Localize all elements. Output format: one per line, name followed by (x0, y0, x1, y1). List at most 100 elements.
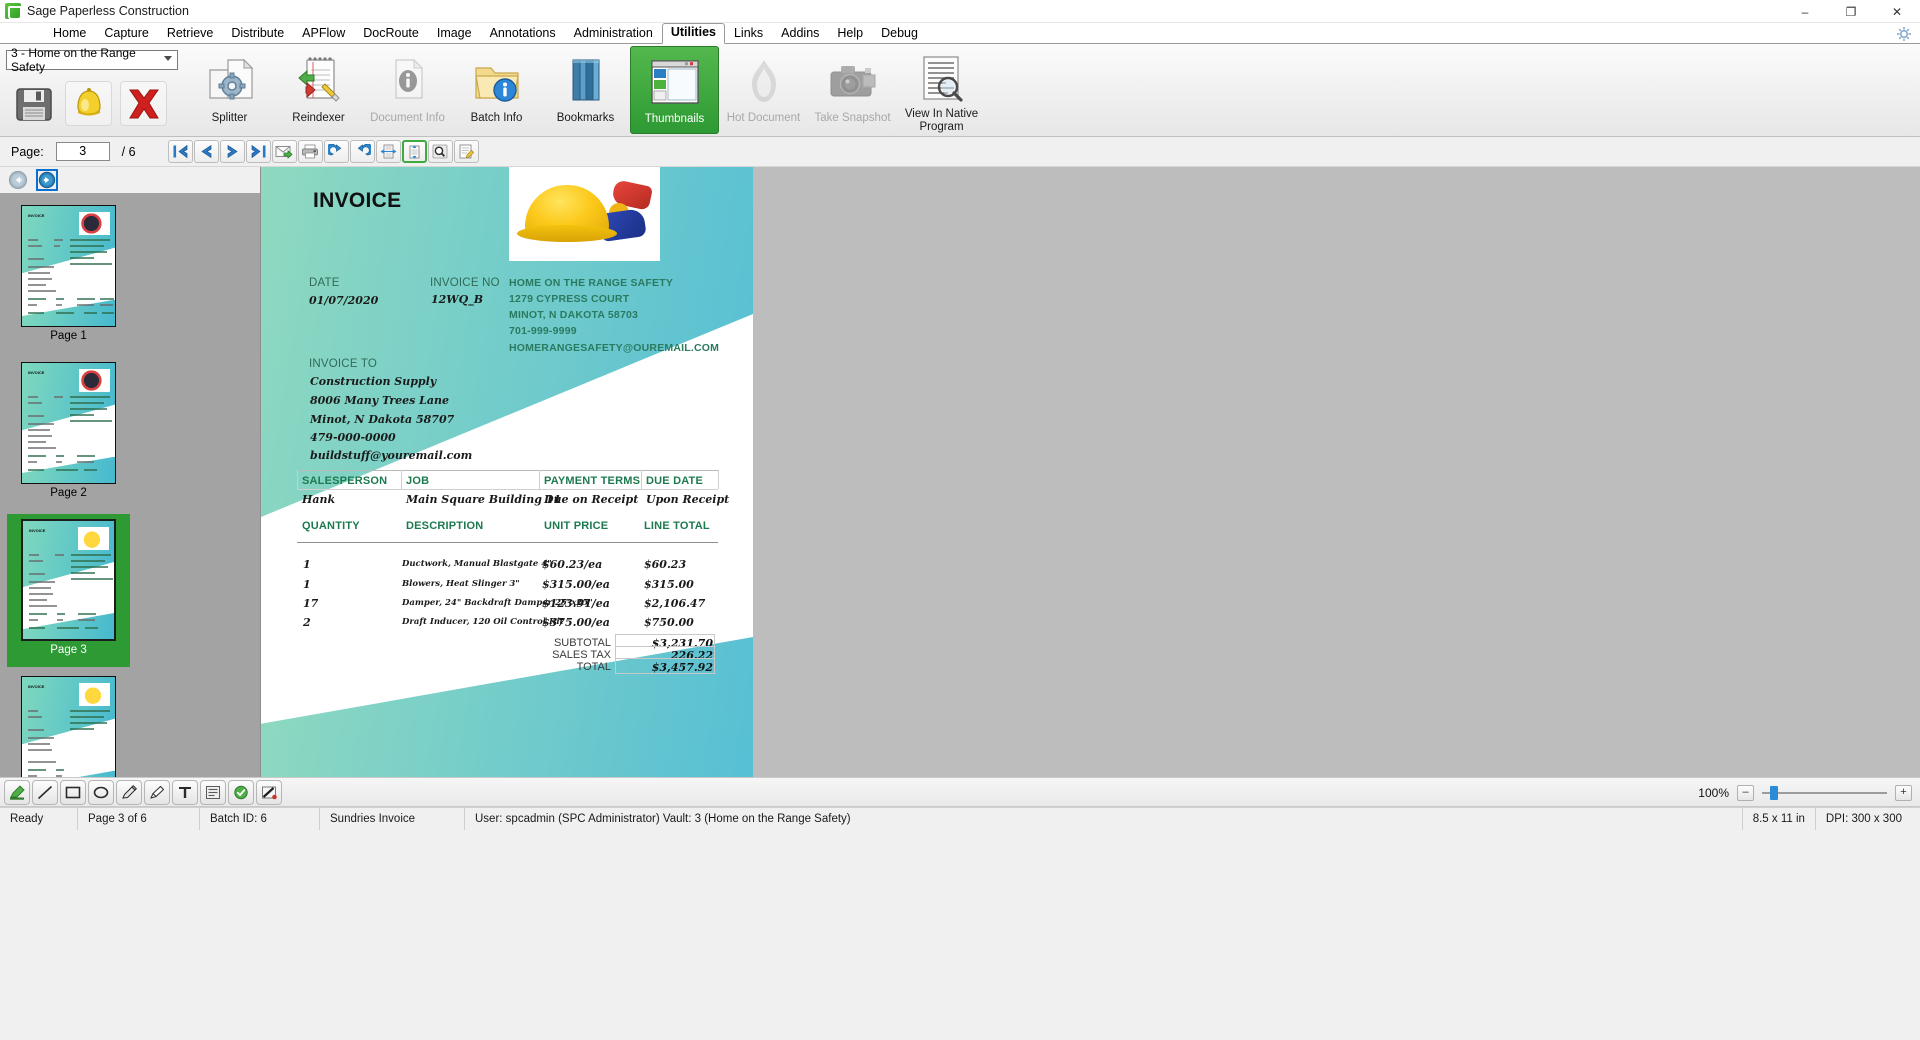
print-button[interactable] (297, 140, 323, 163)
menu-item-help[interactable]: Help (828, 24, 872, 44)
thumbnail-page-3[interactable]: INVOICE Page 3 (7, 514, 130, 667)
text-tool-button[interactable] (172, 779, 198, 805)
ribbon-button-reindexer[interactable]: Reindexer (274, 46, 363, 134)
menu-item-links[interactable]: Links (725, 24, 772, 44)
menu-item-addins[interactable]: Addins (772, 24, 828, 44)
menu-item-docroute[interactable]: DocRoute (354, 24, 428, 44)
ribbon-button-view-in-native-program[interactable]: View In Native Program (897, 46, 986, 134)
row-2-line-total: $315.00 (644, 578, 694, 591)
ribbon-button-splitter[interactable]: Splitter (185, 46, 274, 134)
zoom-out-button[interactable]: – (1737, 785, 1754, 801)
maximize-button[interactable]: ❐ (1828, 0, 1874, 23)
note-tool-button[interactable] (200, 779, 226, 805)
zoom-region-button[interactable] (427, 140, 453, 163)
info-table-v2 (401, 470, 402, 489)
line-tool-button[interactable] (32, 779, 58, 805)
ribbon-button-label: Hot Document (726, 112, 801, 124)
ribbon-button-label: Document Info (370, 112, 445, 124)
navigation-tools (167, 140, 479, 163)
company-email: HOMERANGESAFETY@OUREMAIL.COM (509, 342, 720, 354)
menu-item-home[interactable]: Home (44, 24, 95, 44)
first-page-button[interactable] (167, 140, 193, 163)
delete-button[interactable] (120, 81, 167, 126)
menu-item-utilities[interactable]: Utilities (661, 23, 725, 44)
company-city: MINOT, N DAKOTA 58703 (509, 309, 639, 321)
row-1-line-total: $60.23 (644, 558, 687, 571)
thumbnail-grid: INVOICE Page 1 INVOICE Page 2 INVOICE Pa… (0, 193, 260, 777)
previous-thumbnail-page-button[interactable] (7, 169, 29, 191)
redaction-icon (262, 786, 277, 799)
date-label: DATE (309, 277, 340, 289)
ribbon-button-batch-info[interactable]: Batch Info (452, 46, 541, 134)
status-dpi: DPI: 300 x 300 (1825, 813, 1902, 825)
company-phone: 701-999-9999 (509, 325, 577, 337)
fit-width-icon (380, 144, 397, 159)
vault-select[interactable]: 3 - Home on the Range Safety (6, 46, 178, 74)
stamp-tool-button[interactable] (228, 779, 254, 805)
rectangle-tool-button[interactable] (60, 779, 86, 805)
ribbon-button-take-snapshot[interactable]: Take Snapshot (808, 46, 897, 134)
menu-item-distribute[interactable]: Distribute (222, 24, 293, 44)
gear-icon[interactable] (1896, 26, 1912, 42)
page-number-input[interactable]: 3 (55, 142, 110, 161)
menu-item-administration[interactable]: Administration (565, 24, 662, 44)
fit-width-button[interactable] (375, 140, 401, 163)
rotate-left-button[interactable] (323, 140, 349, 163)
document-viewer[interactable]: INVOICE DATE 01/07/2020 INVOICE NO 12WQ_… (261, 167, 1920, 777)
highlighter-tool-button[interactable] (4, 779, 30, 805)
ribbon-button-document-info[interactable]: Document Info (363, 46, 452, 134)
status-paper-size: 8.5 x 11 in (1741, 808, 1816, 830)
info-table-v3 (539, 470, 540, 489)
ribbon-button-thumbnails[interactable]: Thumbnails (630, 46, 719, 134)
company-name: HOME ON THE RANGE SAFETY (509, 277, 674, 289)
info-table-mid-rule (297, 489, 718, 490)
next-thumbnail-page-button[interactable] (36, 169, 58, 191)
thumbnail-pane: INVOICE Page 1 INVOICE Page 2 INVOICE Pa… (0, 167, 261, 777)
save-button[interactable] (10, 81, 57, 126)
ribbon-button-label: Splitter (211, 112, 248, 124)
pencil-tool-button[interactable] (116, 779, 142, 805)
ellipse-tool-button[interactable] (88, 779, 114, 805)
minimize-button[interactable]: – (1782, 0, 1828, 23)
next-page-button[interactable] (219, 140, 245, 163)
alert-button[interactable] (65, 81, 112, 126)
status-right-group: 8.5 x 11 in DPI: 300 x 300 (1741, 808, 1920, 830)
last-page-button[interactable] (245, 140, 271, 163)
info-table-top-rule (297, 470, 718, 471)
close-button[interactable]: ✕ (1874, 0, 1920, 23)
ribbon-button-bookmarks[interactable]: Bookmarks (541, 46, 630, 134)
floppy-disk-icon (15, 87, 52, 121)
ribbon-button-label: Thumbnails (644, 113, 705, 125)
thumbnail-page-4[interactable]: INVOICE (7, 671, 130, 777)
rotate-left-icon (327, 144, 341, 156)
thumbnail-label: Page 3 (50, 644, 87, 656)
pencil-icon (122, 784, 138, 799)
zoom-in-button[interactable]: + (1895, 785, 1912, 801)
menu-item-debug[interactable]: Debug (872, 24, 927, 44)
zoom-slider-handle[interactable] (1770, 786, 1778, 800)
menu-item-capture[interactable]: Capture (95, 24, 157, 44)
text-t-icon (179, 786, 191, 798)
edit-page-button[interactable] (453, 140, 479, 163)
vault-select-value: 3 - Home on the Range Safety (11, 46, 136, 74)
sales-tax-label: SALES TAX (552, 649, 611, 661)
thumbnail-page-1[interactable]: INVOICE Page 1 (7, 200, 130, 353)
redaction-tool-button[interactable] (256, 779, 282, 805)
previous-page-button[interactable] (193, 140, 219, 163)
ribbon-button-hot-document[interactable]: Hot Document (719, 46, 808, 134)
zoom-slider[interactable] (1762, 785, 1887, 801)
marker-tool-button[interactable] (144, 779, 170, 805)
ribbon-button-label: Batch Info (470, 112, 523, 124)
menu-item-retrieve[interactable]: Retrieve (158, 24, 223, 44)
menu-item-image[interactable]: Image (428, 24, 481, 44)
thumbnail-label: Page 1 (50, 330, 87, 342)
rotate-right-button[interactable] (349, 140, 375, 163)
menu-item-apflow[interactable]: APFlow (293, 24, 354, 44)
bill-to-name: Construction Supply (310, 375, 437, 388)
email-button[interactable] (271, 140, 297, 163)
info-table-v4 (641, 470, 642, 489)
bell-icon (76, 87, 101, 115)
thumbnail-page-2[interactable]: INVOICE Page 2 (7, 357, 130, 510)
menu-item-annotations[interactable]: Annotations (481, 24, 565, 44)
fit-page-button[interactable] (401, 140, 427, 163)
